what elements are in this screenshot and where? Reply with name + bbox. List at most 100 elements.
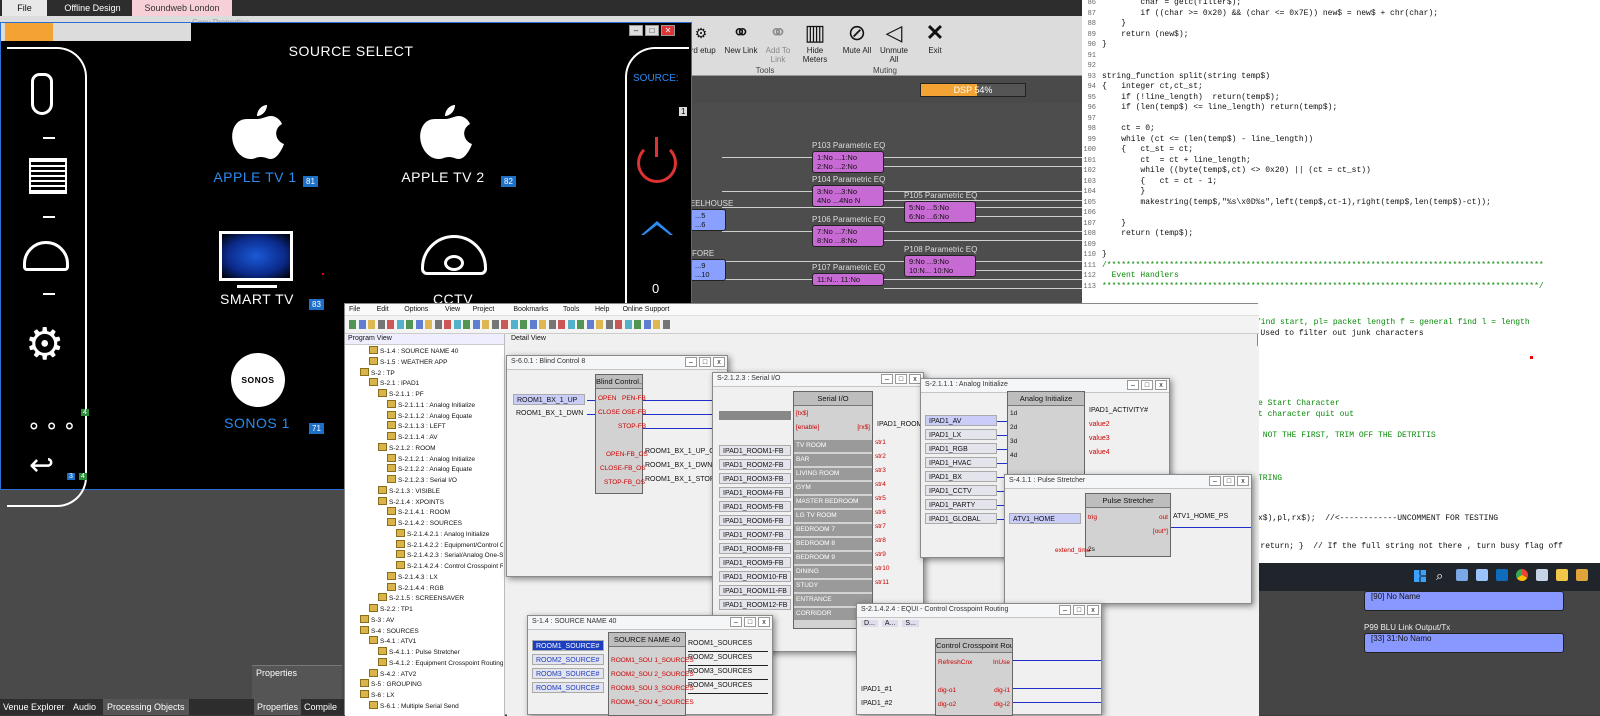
signal-input[interactable]: IPAD1_ROOM7-FB — [719, 529, 791, 540]
tree-item[interactable]: S-4 : SOURCES — [360, 626, 419, 635]
app-icon[interactable] — [1476, 569, 1488, 581]
tree-item[interactable]: S-2 : TP — [360, 368, 395, 377]
toolbar-icon[interactable] — [634, 320, 641, 329]
tree-item[interactable]: S-2.1.1 : PF — [378, 389, 424, 398]
toolbar-icon[interactable] — [586, 320, 594, 329]
signal-input[interactable]: IPAD1_ROOM4-FB — [719, 487, 791, 498]
windows-icon[interactable] — [1414, 570, 1426, 582]
tree-item[interactable]: S-6.1 : Multiple Serial Send — [369, 701, 459, 710]
signal-input[interactable]: IPAD1_PARTY — [925, 499, 997, 510]
toolbar-icon[interactable] — [472, 320, 480, 329]
peq-block[interactable]: 3:No ...3:No 4No ...4No N — [812, 185, 884, 207]
signal-input[interactable]: IPAD1_ROOM9-FB — [719, 557, 791, 568]
tree-item[interactable]: S-2.1.4.2.3 : Serial/Analog One-Sh — [396, 550, 503, 559]
minimize-button[interactable]: – — [881, 374, 893, 384]
toolbar-icon[interactable] — [520, 320, 527, 329]
menu-item[interactable]: Options — [404, 304, 428, 316]
tab-compile[interactable]: Compile — [304, 699, 337, 715]
tree-item[interactable]: S-2.1.3 : VISIBLE — [378, 486, 440, 495]
toolbar-icon[interactable] — [510, 320, 518, 329]
blind-control-block[interactable]: Blind Control... OPEN CLOSE PEN-FB OSE-F… — [595, 374, 648, 494]
tree-item[interactable]: S-2.1.4.2 : SOURCES — [387, 518, 462, 527]
signal-output[interactable]: ROOM4_SOURCES — [688, 682, 752, 689]
tree-item[interactable]: S-2.1.2 : ROOM — [378, 443, 436, 452]
signal-output[interactable]: value4 — [1089, 449, 1110, 456]
toolbar-icon[interactable] — [415, 320, 423, 329]
close-button[interactable]: ✕ — [661, 25, 675, 36]
toolbar-icon[interactable] — [539, 320, 546, 329]
tree-item[interactable]: S-5 : GROUPING — [360, 679, 422, 688]
chrome-icon[interactable] — [1516, 569, 1528, 581]
app-icon[interactable] — [1576, 569, 1588, 581]
exit-button[interactable]: ✕ Exit — [918, 20, 952, 55]
wheelhouse-block[interactable]: ...5 ...6 — [690, 209, 726, 231]
toolbar-icon[interactable] — [662, 320, 670, 329]
signal-input[interactable]: ROOM1_SOURCE# — [532, 640, 604, 651]
signal-input[interactable]: IPAD1_ROOM11-FB — [719, 585, 791, 596]
toolbar-icon[interactable] — [615, 320, 622, 329]
toolbar-icon[interactable] — [624, 320, 632, 329]
toolbar-icon[interactable] — [605, 320, 613, 329]
toolbar-icon[interactable] — [463, 320, 470, 329]
thermometer-icon[interactable] — [31, 73, 53, 115]
signal-input[interactable]: IPAD1_AV — [925, 415, 997, 426]
new-link-button[interactable]: ⚭ New Link — [724, 20, 758, 55]
hide-meters-button[interactable]: ▥ Hide Meters — [798, 20, 832, 64]
signal-input[interactable]: IPAD1_ROOM3-FB — [719, 473, 791, 484]
pulse-stretcher-block[interactable]: Pulse Stretcher trig out [out*] 2s — [1085, 493, 1171, 557]
source-name-block[interactable]: SOURCE NAME 40 ROOM1_SOU 1_SOURCES ROOM2_… — [608, 632, 694, 716]
folder-icon[interactable] — [1556, 569, 1568, 581]
signal-input[interactable]: IPAD1_LX — [925, 429, 997, 440]
toolbar-icon[interactable] — [567, 320, 575, 329]
signal-input[interactable]: IPAD1_ROOM6-FB — [719, 515, 791, 526]
peq-block[interactable]: 7:No ...7:No 8:No ...8:No — [812, 225, 884, 247]
signal-input[interactable]: IPAD1_ROOM10-FB — [719, 571, 791, 582]
tv-icon[interactable] — [219, 231, 293, 281]
signal-input[interactable]: ROOM1_BX_1_DWN — [513, 408, 585, 419]
analog-initialize-block[interactable]: Analog Initialize 1d 2d 3d 4d — [1007, 391, 1085, 475]
tree-item[interactable]: S-4.1 : ATV1 — [369, 636, 416, 645]
tree-item[interactable]: S-2.1.4.2.2 : Equipment/Control C — [396, 540, 503, 549]
peq-block[interactable]: 11:N... 11:No — [812, 273, 884, 286]
maximize-button[interactable]: □ — [744, 617, 756, 627]
toolbar-icon[interactable] — [434, 320, 442, 329]
signal-input[interactable]: IPAD1_ROOM2-FB — [719, 459, 791, 470]
sonos-icon[interactable]: SONOS — [231, 353, 285, 407]
toolbar-icon[interactable] — [596, 320, 603, 329]
signal-input[interactable]: IPAD1_ROOM5-FB — [719, 501, 791, 512]
tab-file[interactable]: File — [2, 0, 47, 16]
tree-item[interactable]: S-2.1.4.2.4 : Control Crosspoint Ro — [396, 561, 503, 570]
app-icon[interactable] — [1536, 569, 1548, 581]
peq-block[interactable]: 5:No ...5:No 6:No ...6:No — [904, 201, 976, 223]
maximize-button[interactable]: □ — [1141, 380, 1153, 390]
tree-item[interactable]: S-2.2 : TP1 — [369, 604, 413, 613]
source-label-apple-tv-2[interactable]: APPLE TV 2 — [363, 169, 523, 185]
tree-item[interactable]: S-4.2 : ATV2 — [369, 669, 416, 678]
mute-all-button[interactable]: ⊘ Mute All — [840, 20, 874, 55]
tree-item[interactable]: S-2.1.4.3 : LX — [387, 572, 438, 581]
toolbar-icon[interactable] — [491, 320, 499, 329]
signal-input[interactable]: IPAD1_RGB — [925, 443, 997, 454]
minimize-button[interactable]: – — [1209, 476, 1221, 486]
tree-item[interactable]: S-2.1.4.1 : ROOM — [387, 507, 450, 516]
toolbar-icon[interactable] — [425, 320, 432, 329]
tab-d[interactable]: D... — [861, 620, 878, 627]
minimize-button[interactable]: – — [730, 617, 742, 627]
menu-item[interactable]: Bookmarks — [513, 304, 548, 316]
serial-io-block[interactable]: Serial I/O [tx$] [enable] [rx$] TV ROOM BAR L… — [793, 391, 873, 629]
tree-item[interactable]: S-2.1.4.4 : RGB — [387, 583, 444, 592]
tree-item[interactable]: S-2.1.2.1 : Analog Initialize — [387, 454, 475, 463]
toolbar-icon[interactable] — [377, 320, 385, 329]
tree-item[interactable]: S-1.5 : WEATHER APP — [369, 357, 447, 366]
apple-icon[interactable] — [415, 101, 475, 161]
tree-item[interactable]: S-2.1.2.2 : Analog Equate — [387, 464, 472, 473]
minimize-button[interactable]: – — [685, 357, 697, 367]
signal-input[interactable]: IPAD1_#2 — [861, 700, 892, 707]
tree-item[interactable]: S-2.1.4 : XPOINTS — [378, 497, 444, 506]
signal-output[interactable]: IPAD1_ACTIVITY# — [1089, 407, 1148, 414]
tab-venue-explorer[interactable]: Venue Explorer — [3, 699, 65, 715]
crosspoint-block[interactable]: Control Crosspoint Rout... RefreshCnx di… — [935, 638, 1013, 716]
signal-input[interactable]: IPAD1_ROOM1-FB — [719, 445, 791, 456]
search-icon[interactable]: ⌕ — [1436, 568, 1443, 584]
tab-a[interactable]: A... — [881, 620, 899, 627]
